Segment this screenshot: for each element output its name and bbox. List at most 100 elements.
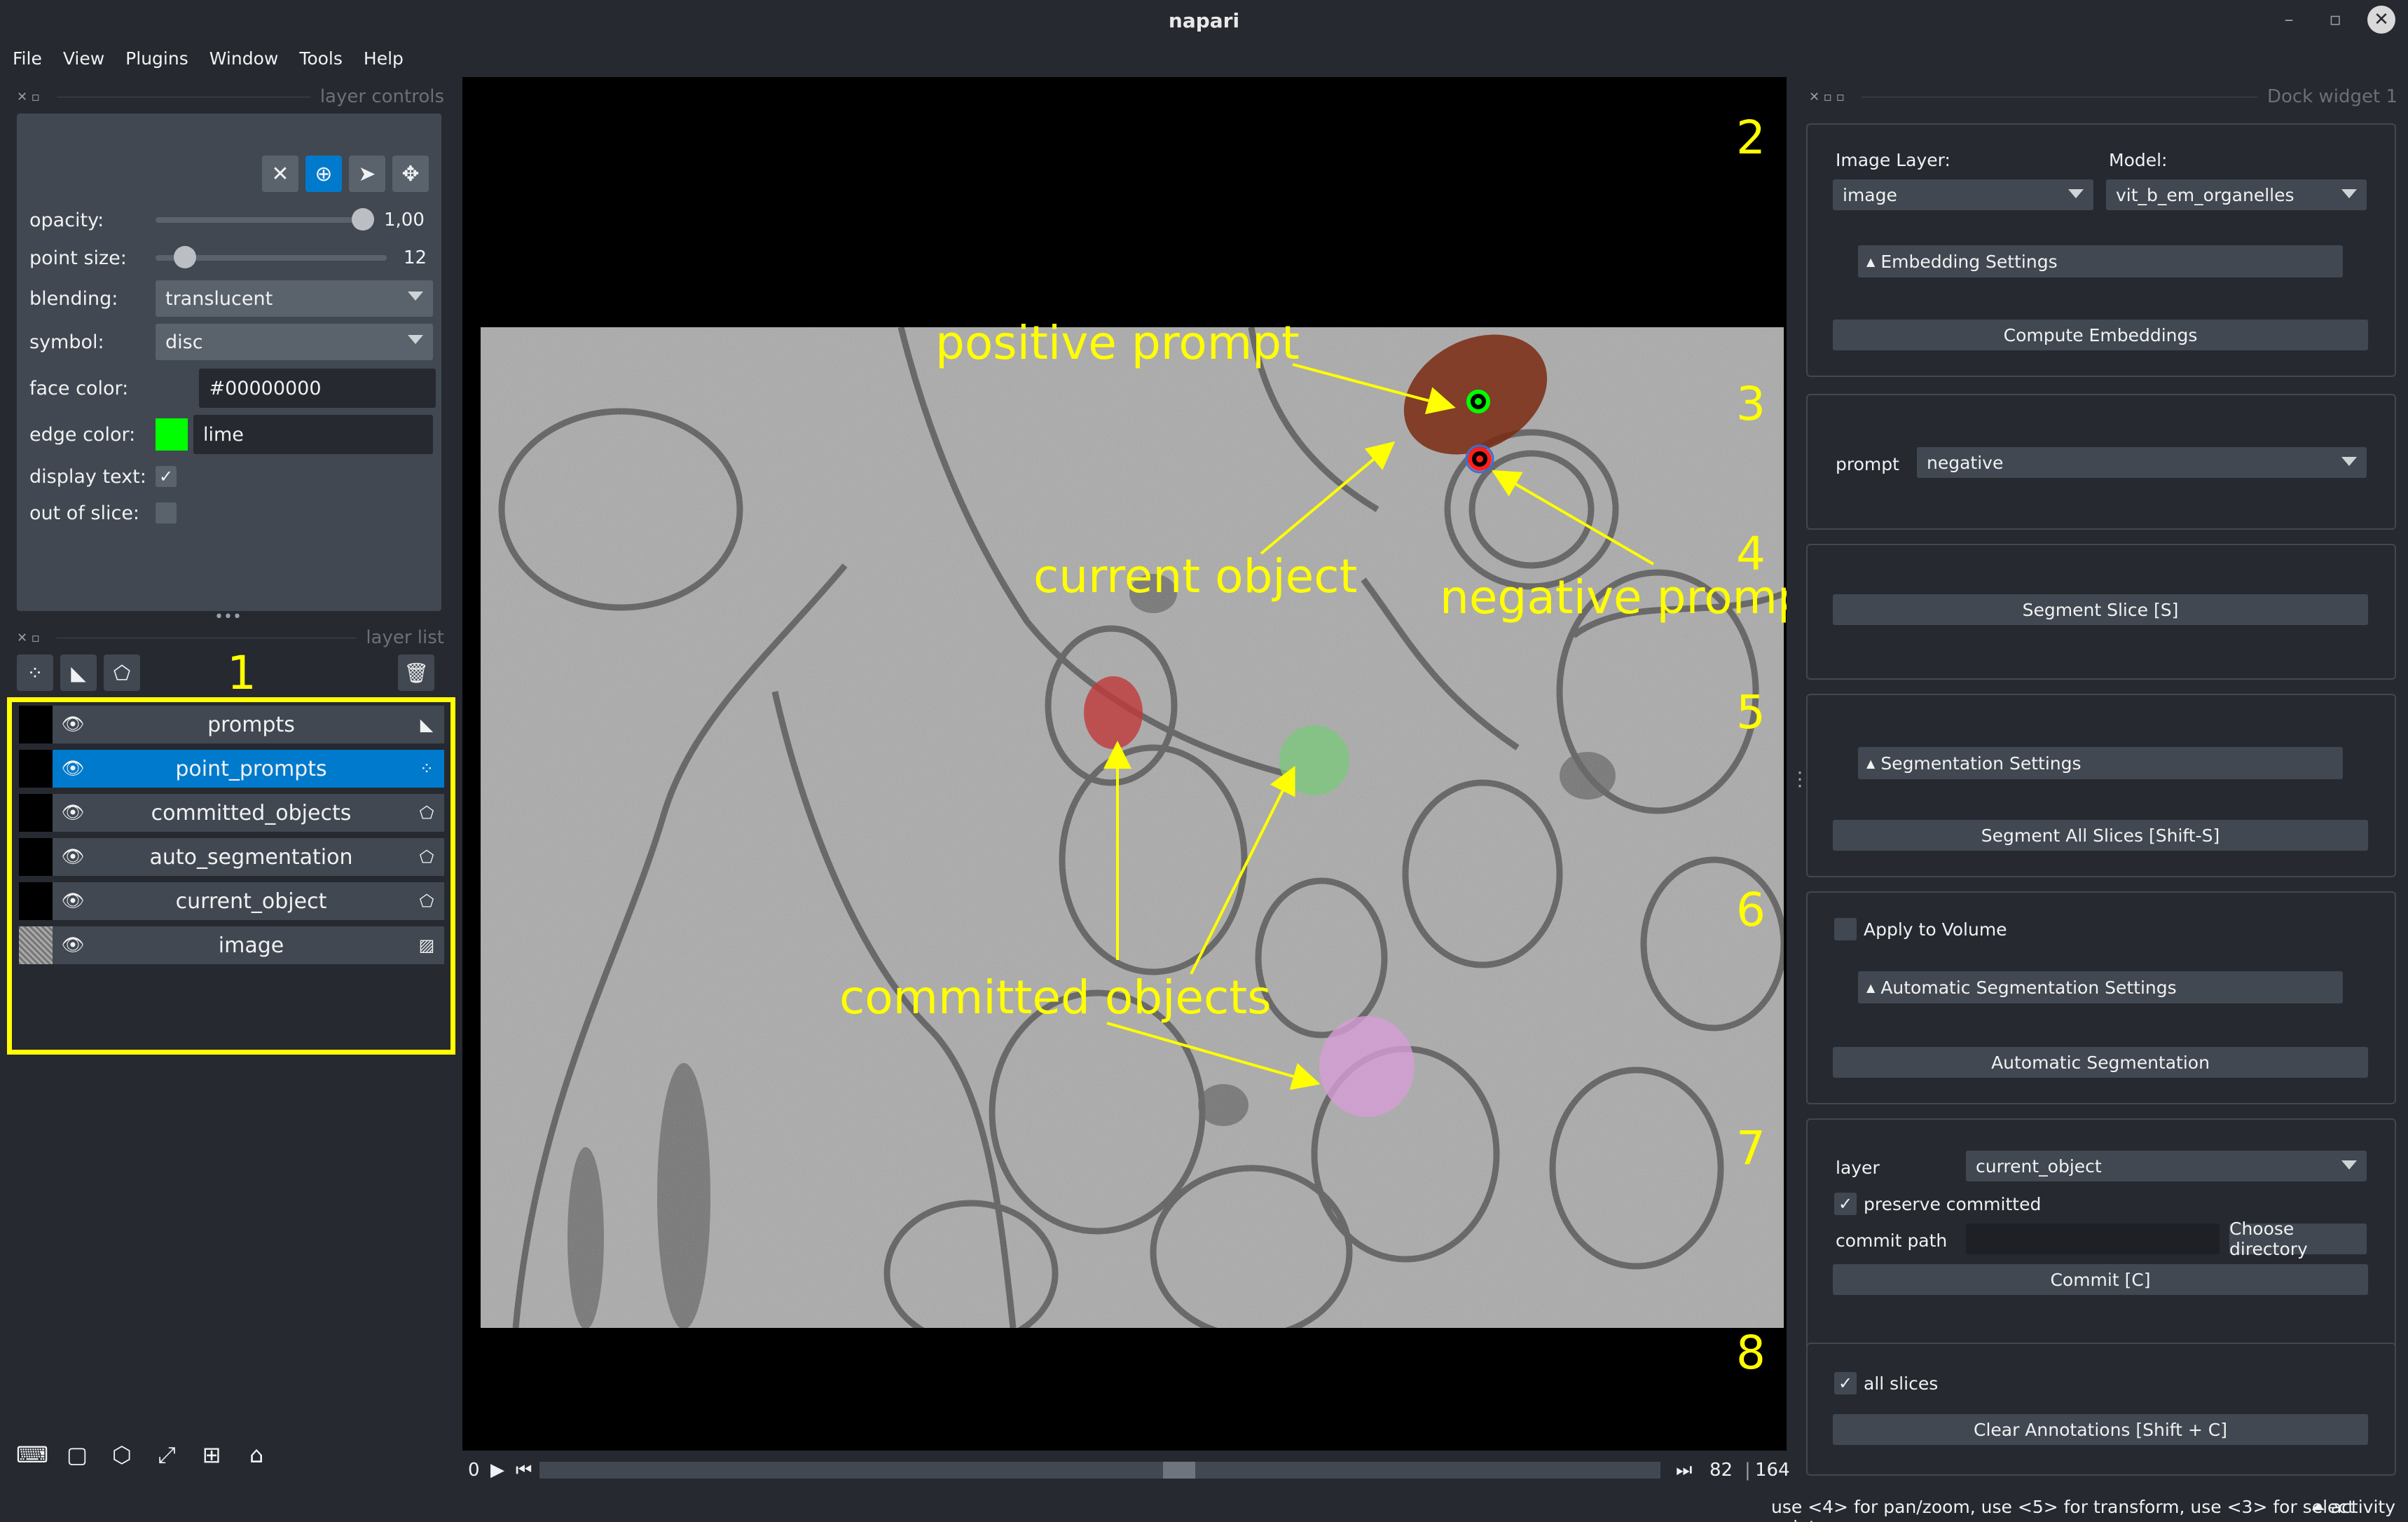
image-layer-dropdown[interactable]: image [1833,179,2093,210]
image-layer-value: image [1843,184,1897,205]
committed-arrow-green [1190,765,1295,975]
out-of-slice-checkbox[interactable] [156,502,177,523]
play-icon[interactable]: ▶ [490,1460,504,1481]
square-icon[interactable]: ▢ [59,1437,95,1473]
display-text-checkbox[interactable]: ✓ [156,466,177,487]
segment-slice-button[interactable]: Segment Slice [S] [1833,594,2368,625]
step-7-label: 7 [1736,1121,1766,1175]
viewer-canvas[interactable]: positive prompt current object negative … [462,77,1787,1451]
prompt-dropdown[interactable]: negative [1917,447,2367,478]
step-back-icon[interactable]: ⏮ [516,1460,532,1481]
menu-help[interactable]: Help [364,43,404,74]
blending-dropdown[interactable]: translucent [156,280,433,317]
left-dock: ✕ ▫ layer controls ✕ ⊕ ➤ ✥ opacity: 1,00… [0,77,462,1493]
activity-button[interactable]: ⏶ activity [2311,1497,2395,1518]
layer-name: current_object [175,889,327,914]
select-points-icon[interactable]: ➤ [349,156,385,192]
face-color-input[interactable]: #00000000 [199,369,436,408]
minimize-button[interactable]: – [2275,6,2303,34]
apply-to-volume-checkbox[interactable] [1834,918,1857,940]
dock-close-icon[interactable]: ✕ ▫ [17,631,40,645]
eye-icon[interactable]: 👁 [53,846,93,868]
grid-icon[interactable]: ⊞ [193,1437,230,1473]
commit-button[interactable]: Commit [C] [1833,1264,2368,1295]
segment-all-slices-button[interactable]: Segment All Slices [Shift-S] [1833,820,2368,851]
compute-embeddings-button[interactable]: Compute Embeddings [1833,320,2368,350]
eye-icon[interactable]: 👁 [53,758,93,779]
step-1-label: 1 [227,646,256,700]
chevron-down-icon [2341,1160,2357,1170]
layer-row-current-object[interactable]: 👁 current_object ⬠ [19,882,444,920]
step-4-label: 4 [1736,527,1766,581]
auto-segmentation-settings-toggle[interactable]: ▲ Automatic Segmentation Settings [1858,971,2343,1003]
new-points-layer-icon[interactable]: ⁘ [17,654,53,691]
menu-file[interactable]: File [13,43,42,74]
window-title: napari [1168,8,1240,32]
step-3-label: 3 [1736,377,1766,431]
menu-tools[interactable]: Tools [299,43,343,74]
preserve-committed-checkbox[interactable]: ✓ [1834,1193,1857,1215]
edge-color-input[interactable]: lime [193,415,433,454]
commit-layer-dropdown[interactable]: current_object [1966,1151,2367,1181]
opacity-value: 1,00 [384,210,425,231]
points-icon: ⁘ [419,759,434,779]
commit-path-input[interactable] [1966,1223,2220,1254]
segmentation-settings-toggle[interactable]: ▲ Segmentation Settings [1858,747,2343,779]
dims-slider-thumb[interactable] [1163,1462,1195,1479]
console-icon[interactable]: ⌨ [14,1437,50,1473]
dims-current-slice[interactable]: 82 [1709,1460,1733,1481]
restore-button[interactable]: ▫ [2321,6,2349,34]
eye-icon[interactable]: 👁 [53,935,93,956]
add-points-icon[interactable]: ⊕ [305,156,342,192]
labels-icon: ⬠ [419,891,434,911]
dock-close-icon[interactable]: ✕ ▫ [17,90,40,104]
prompt-label: prompt [1836,454,1899,474]
blending-row: blending: translucent [29,280,436,317]
layer-row-committed-objects[interactable]: 👁 committed_objects ⬠ [19,794,444,832]
edge-color-swatch[interactable] [156,418,188,451]
chevron-down-icon [2068,189,2084,198]
3d-cube-icon[interactable]: ⬡ [104,1437,140,1473]
embedding-settings-toggle[interactable]: ▲ Embedding Settings [1858,245,2343,277]
point-size-slider[interactable] [156,246,387,268]
menu-view[interactable]: View [63,43,104,74]
opacity-slider-knob[interactable] [352,208,374,231]
choose-directory-button[interactable]: Choose directory [2229,1219,2367,1259]
layer-row-prompts[interactable]: 👁 prompts ◣ [19,706,444,743]
point-size-slider-knob[interactable] [174,246,196,268]
layer-row-point-prompts[interactable]: 👁 point_prompts ⁘ [19,750,444,788]
auto-segmentation-panel: Apply to Volume ▲ Automatic Segmentation … [1806,891,2396,1104]
layer-row-image[interactable]: 👁 image ▨ [19,926,444,964]
layer-list-toolbar: ⁘ ◣ ⬠ 1 🗑 [17,646,441,700]
viewer-buttons: ⌨ ▢ ⬡ ⤢ ⊞ ⌂ [14,1437,275,1473]
delete-points-icon[interactable]: ✕ [262,156,298,192]
dock-close-icon[interactable]: ✕ ▫ ▫ [1809,90,1845,104]
point-size-label: point size: [29,247,127,269]
menu-window[interactable]: Window [209,43,279,74]
opacity-row: opacity: 1,00 [29,202,436,238]
out-of-slice-label: out of slice: [29,502,140,524]
model-dropdown[interactable]: vit_b_em_organelles [2106,179,2367,210]
symbol-label: symbol: [29,331,104,353]
close-button[interactable]: ✕ [2367,6,2395,34]
delete-layer-icon[interactable]: 🗑 [398,654,434,691]
dims-slider[interactable] [539,1462,1660,1479]
pan-zoom-icon[interactable]: ✥ [392,156,429,192]
eye-icon[interactable]: 👁 [53,891,93,912]
all-slices-checkbox[interactable]: ✓ [1834,1372,1857,1394]
new-shapes-layer-icon[interactable]: ◣ [60,654,97,691]
opacity-slider[interactable] [156,208,374,231]
eye-icon[interactable]: 👁 [53,714,93,735]
clear-annotations-button[interactable]: Clear Annotations [Shift + C] [1833,1414,2368,1445]
home-icon[interactable]: ⌂ [238,1437,275,1473]
blending-label: blending: [29,287,118,310]
eye-icon[interactable]: 👁 [53,802,93,823]
layer-row-auto-segmentation[interactable]: 👁 auto_segmentation ⬠ [19,838,444,876]
transpose-icon[interactable]: ⤢ [149,1437,185,1473]
menu-plugins[interactable]: Plugins [125,43,188,74]
symbol-dropdown[interactable]: disc [156,324,433,360]
automatic-segmentation-button[interactable]: Automatic Segmentation [1833,1047,2368,1078]
step-forward-icon[interactable]: ⏭ [1676,1460,1692,1481]
new-labels-layer-icon[interactable]: ⬠ [104,654,140,691]
segment-all-panel: ▲ Segmentation Settings Segment All Slice… [1806,694,2396,877]
